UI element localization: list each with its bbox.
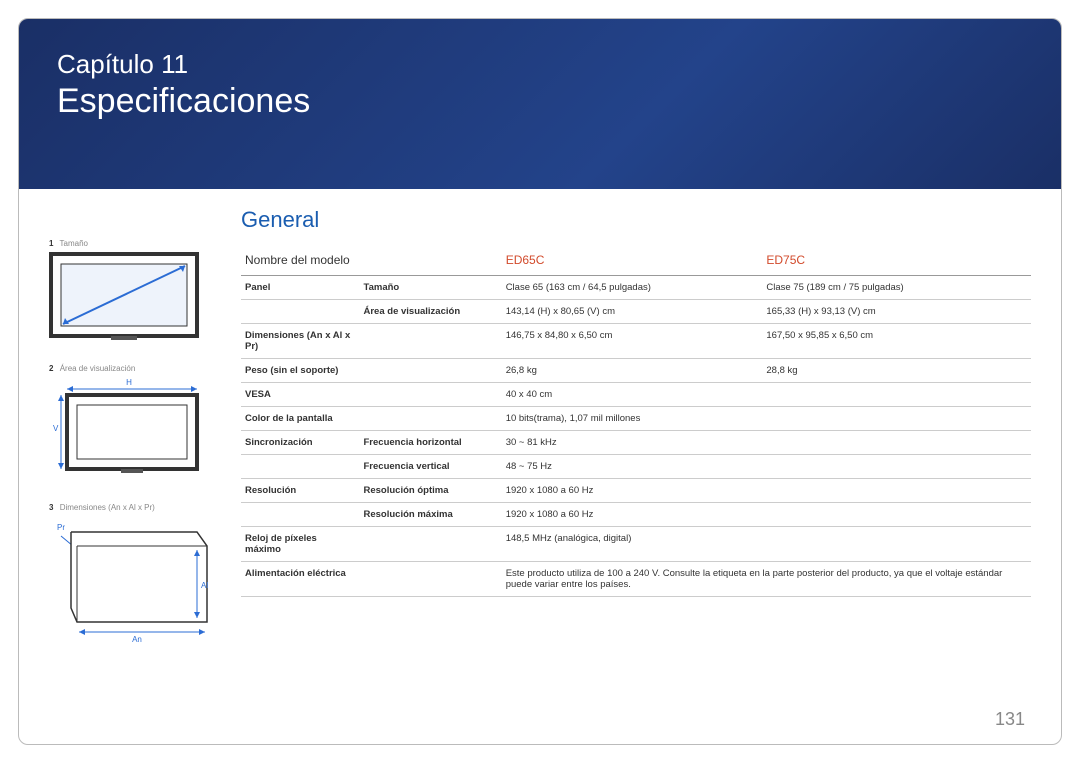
spec-value-1: 143,14 (H) x 80,65 (V) cm: [502, 300, 763, 324]
table-row: Área de visualización143,14 (H) x 80,65 …: [241, 300, 1031, 324]
label-h: H: [126, 378, 132, 387]
spec-category: [241, 455, 360, 479]
fig2-label: Área de visualización: [60, 364, 136, 373]
table-row: Color de la pantalla 10 bits(trama), 1,07…: [241, 407, 1031, 431]
spec-category: Resolución: [241, 479, 360, 503]
label-pr: Pr: [57, 523, 65, 532]
table-row: Reloj de píxeles máximo 148,5 MHz (analóg…: [241, 527, 1031, 562]
model-col-2: ED75C: [762, 247, 1031, 276]
spec-category: Reloj de píxeles máximo: [241, 527, 360, 562]
figure-size: 1 Tamaño: [49, 239, 219, 342]
figure-caption-3: 3 Dimensiones (An x Al x Pr): [49, 503, 219, 512]
spec-category: [241, 503, 360, 527]
fig2-num: 2: [49, 364, 53, 373]
spec-subcategory: Frecuencia horizontal: [360, 431, 502, 455]
chapter-number: Capítulo 11: [57, 49, 1023, 80]
spec-category: Alimentación eléctrica: [241, 562, 360, 597]
chapter-title: Especificaciones: [57, 82, 1023, 121]
spec-category: Color de la pantalla: [241, 407, 360, 431]
spec-category: Panel: [241, 276, 360, 300]
fig3-label: Dimensiones (An x Al x Pr): [60, 503, 155, 512]
table-row: Alimentación eléctrica Este producto util…: [241, 562, 1031, 597]
chapter-header: Capítulo 11 Especificaciones: [19, 19, 1061, 189]
spec-value: Este producto utiliza de 100 a 240 V. Co…: [502, 562, 1031, 597]
spec-value-1: 146,75 x 84,80 x 6,50 cm: [502, 324, 763, 359]
spec-value: 40 x 40 cm: [502, 383, 1031, 407]
spec-subcategory: Resolución óptima: [360, 479, 502, 503]
fig1-num: 1: [49, 239, 53, 248]
spec-value: 1920 x 1080 a 60 Hz: [502, 479, 1031, 503]
label-an: An: [132, 635, 142, 644]
spec-subcategory: Frecuencia vertical: [360, 455, 502, 479]
figure-caption-2: 2 Área de visualización: [49, 364, 219, 373]
figure-display-area: 2 Área de visualización H V: [49, 364, 219, 481]
spec-subcategory: [360, 527, 502, 562]
table-row: Frecuencia vertical48 ~ 75 Hz: [241, 455, 1031, 479]
spec-body: PanelTamañoClase 65 (163 cm / 64,5 pulga…: [241, 276, 1031, 597]
spec-value-2: 167,50 x 95,85 x 6,50 cm: [762, 324, 1031, 359]
spec-value-1: 26,8 kg: [502, 359, 763, 383]
spec-category: VESA: [241, 383, 360, 407]
spec-value: 10 bits(trama), 1,07 mil millones: [502, 407, 1031, 431]
model-label: Nombre del modelo: [241, 247, 502, 276]
spec-header-row: Nombre del modelo ED65C ED75C: [241, 247, 1031, 276]
spec-category: Sincronización: [241, 431, 360, 455]
spec-subcategory: [360, 359, 502, 383]
spec-subcategory: [360, 407, 502, 431]
table-row: SincronizaciónFrecuencia horizontal30 ~ …: [241, 431, 1031, 455]
table-row: Resolución máxima1920 x 1080 a 60 Hz: [241, 503, 1031, 527]
spec-value: 1920 x 1080 a 60 Hz: [502, 503, 1031, 527]
figure-caption-1: 1 Tamaño: [49, 239, 219, 248]
spec-table: Nombre del modelo ED65C ED75C PanelTamañ…: [241, 247, 1031, 597]
main-column: General Nombre del modelo ED65C ED75C Pa…: [241, 207, 1031, 668]
spec-value: 30 ~ 81 kHz: [502, 431, 1031, 455]
spec-subcategory: [360, 324, 502, 359]
side-figures: 1 Tamaño 2 Área de: [49, 207, 219, 668]
spec-value-2: 165,33 (H) x 93,13 (V) cm: [762, 300, 1031, 324]
spec-subcategory: [360, 562, 502, 597]
page-frame: Capítulo 11 Especificaciones 1 Tamaño: [18, 18, 1062, 745]
figure-dim-diagram: Pr Al An: [49, 516, 219, 646]
spec-subcategory: Área de visualización: [360, 300, 502, 324]
spec-subcategory: Tamaño: [360, 276, 502, 300]
spec-value: 148,5 MHz (analógica, digital): [502, 527, 1031, 562]
table-row: VESA 40 x 40 cm: [241, 383, 1031, 407]
table-row: Dimensiones (An x Al x Pr) 146,75 x 84,80…: [241, 324, 1031, 359]
fig1-label: Tamaño: [60, 239, 88, 248]
model-col-1: ED65C: [502, 247, 763, 276]
table-row: PanelTamañoClase 65 (163 cm / 64,5 pulga…: [241, 276, 1031, 300]
spec-value-2: 28,8 kg: [762, 359, 1031, 383]
spec-category: [241, 300, 360, 324]
spec-category: Dimensiones (An x Al x Pr): [241, 324, 360, 359]
spec-value: 48 ~ 75 Hz: [502, 455, 1031, 479]
figure-area-diagram: H V: [49, 377, 219, 481]
label-al: Al: [201, 581, 208, 590]
figure-dimensions: 3 Dimensiones (An x Al x Pr) Pr Al: [49, 503, 219, 646]
section-title: General: [241, 207, 1031, 233]
page-number: 131: [995, 709, 1025, 730]
spec-subcategory: Resolución máxima: [360, 503, 502, 527]
content-area: 1 Tamaño 2 Área de: [19, 189, 1061, 668]
fig3-num: 3: [49, 503, 53, 512]
label-v: V: [53, 424, 59, 433]
table-row: Peso (sin el soporte) 26,8 kg28,8 kg: [241, 359, 1031, 383]
spec-subcategory: [360, 383, 502, 407]
spec-value-1: Clase 65 (163 cm / 64,5 pulgadas): [502, 276, 763, 300]
figure-size-diagram: [49, 252, 219, 342]
spec-value-2: Clase 75 (189 cm / 75 pulgadas): [762, 276, 1031, 300]
spec-category: Peso (sin el soporte): [241, 359, 360, 383]
table-row: ResoluciónResolución óptima1920 x 1080 a…: [241, 479, 1031, 503]
